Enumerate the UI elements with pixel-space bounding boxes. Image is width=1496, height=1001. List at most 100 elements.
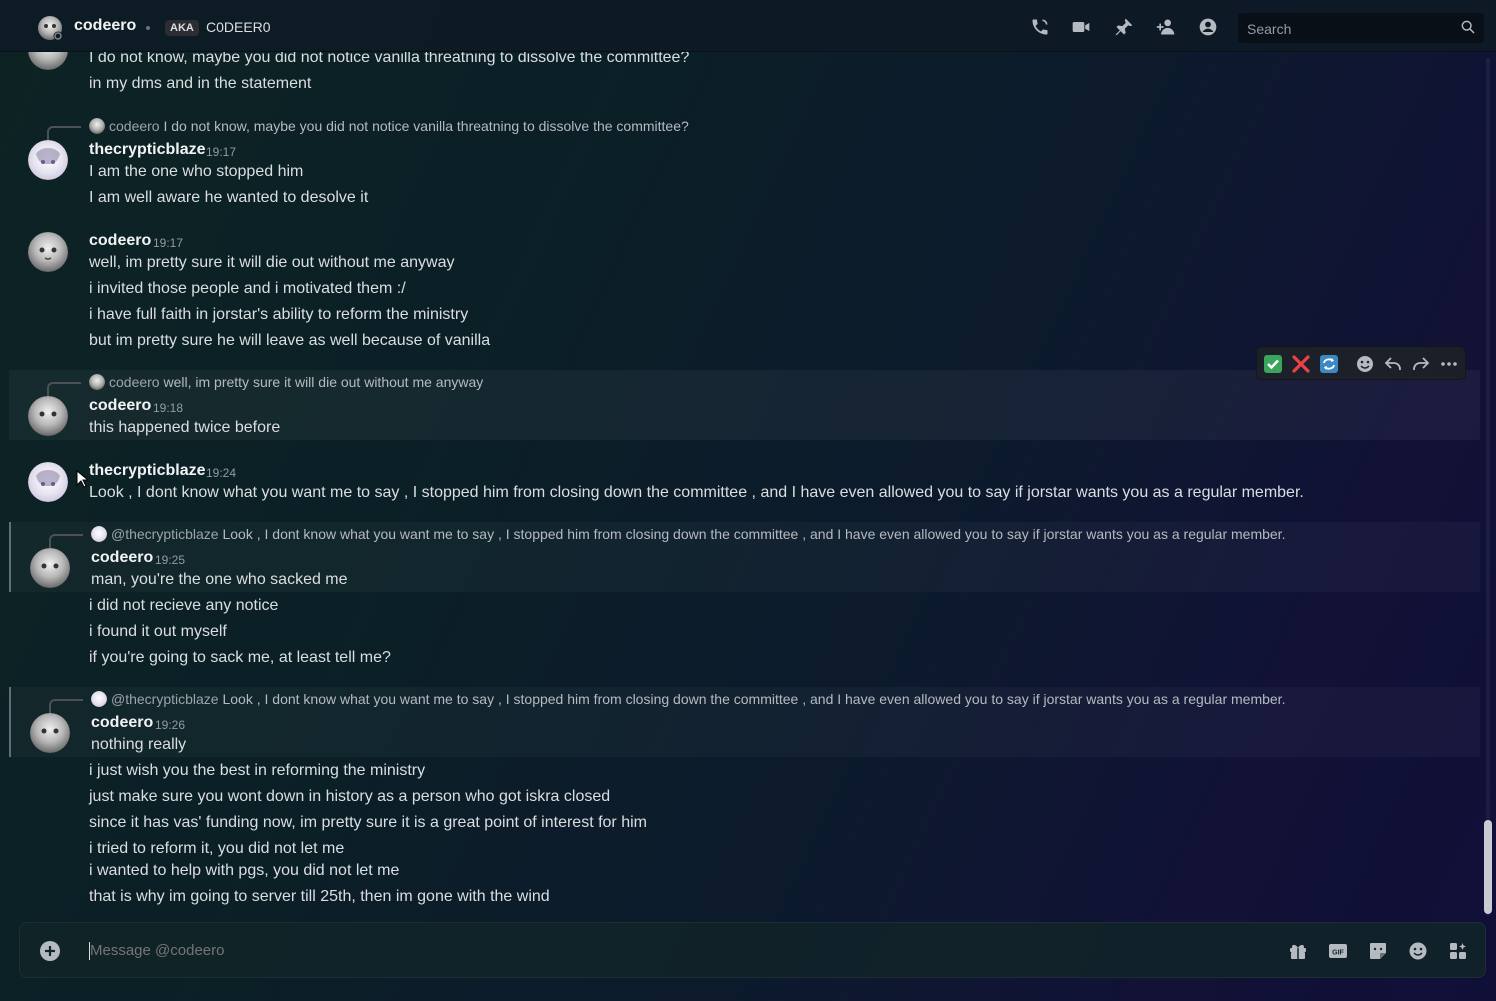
message-text: i have full faith in jorstar's ability t… (89, 306, 469, 323)
message-continuation[interactable]: i did not recieve any notice i found it … (9, 592, 1480, 670)
dm-name[interactable]: codeero (74, 17, 136, 35)
message-text: in my dms and in the statement (89, 75, 312, 92)
reply-text: well, im pretty sure it will die out wit… (163, 374, 484, 390)
message-action-bar (1256, 346, 1466, 380)
aka-badge: AKA (165, 20, 199, 36)
reply-preview[interactable]: codeero well, im pretty sure it will die… (47, 374, 484, 396)
timestamp: 19:17 (153, 236, 184, 250)
cross-reaction-icon[interactable] (1291, 354, 1311, 374)
reply-avatar (91, 691, 107, 707)
message-text: I do not know, maybe you did not notice … (89, 52, 690, 66)
avatar[interactable] (30, 713, 70, 753)
aka-name: C0DEER0 (206, 19, 271, 35)
reply-author[interactable]: @thecrypticblaze (111, 526, 219, 542)
message-continuation[interactable]: i just wish you the best in reforming th… (9, 757, 1480, 907)
message-composer: GIF (19, 922, 1486, 978)
message-group[interactable]: I do not know, maybe you did not notice … (9, 52, 1480, 102)
message-text: just make sure you wont down in history … (89, 788, 611, 805)
reply-text: Look , I dont know what you want me to s… (222, 691, 1286, 707)
dm-avatar[interactable] (37, 15, 63, 41)
message-list[interactable]: I do not know, maybe you did not notice … (0, 52, 1496, 922)
message-text: this happened twice before (89, 419, 281, 436)
reply-preview[interactable]: @thecrypticblaze Look , I dont know what… (49, 526, 1286, 548)
reply-spine (47, 126, 81, 140)
author-name[interactable]: thecrypticblaze (89, 141, 205, 159)
message-text: i wanted to help with pgs, you did not l… (89, 862, 400, 879)
message-text: but im pretty sure he will leave as well… (89, 332, 491, 349)
author-name[interactable]: codeero (89, 232, 151, 250)
reply-author[interactable]: codeero (109, 374, 160, 390)
message-text: i tried to reform it, you did not let me (89, 840, 345, 857)
profile-icon[interactable] (1198, 17, 1218, 37)
reply-spine (47, 382, 81, 396)
add-attachment-icon[interactable] (40, 941, 60, 961)
avatar[interactable] (28, 232, 68, 272)
reply-author[interactable]: codeero (109, 118, 160, 134)
emoji-icon[interactable] (1408, 941, 1428, 961)
dm-header: codeero AKA C0DEER0 Search (0, 0, 1496, 52)
scrollbar-thumb[interactable] (1484, 820, 1492, 914)
search-box[interactable]: Search (1238, 13, 1484, 43)
svg-text:GIF: GIF (1332, 950, 1344, 957)
message-group[interactable]: codeero 19:17 well, im pretty sure it wi… (9, 224, 1480, 354)
message-group[interactable]: thecrypticblaze 19:24 Look , I dont know… (9, 454, 1480, 520)
message-group-mention[interactable]: @thecrypticblaze Look , I dont know what… (9, 522, 1480, 592)
author-name[interactable]: codeero (91, 714, 153, 732)
more-icon[interactable] (1439, 354, 1459, 374)
reply-spine (49, 534, 83, 548)
reply-avatar (91, 526, 107, 542)
reply-text: I do not know, maybe you did not notice … (163, 118, 689, 134)
avatar[interactable] (28, 52, 68, 70)
reply-avatar (89, 118, 105, 134)
sticker-icon[interactable] (1368, 941, 1388, 961)
reply-icon[interactable] (1383, 354, 1403, 374)
scrollbar-track[interactable] (1486, 58, 1490, 916)
reply-avatar (89, 374, 105, 390)
reply-spine (49, 699, 83, 713)
gif-icon[interactable]: GIF (1328, 941, 1348, 961)
timestamp: 19:24 (206, 466, 237, 480)
reply-preview[interactable]: codeero I do not know, maybe you did not… (47, 118, 689, 140)
message-text: nothing really (91, 736, 187, 753)
message-text: I am well aware he wanted to desolve it (89, 189, 369, 206)
add-friends-icon[interactable] (1156, 17, 1176, 37)
reply-author[interactable]: @thecrypticblaze (111, 691, 219, 707)
video-icon[interactable] (1071, 17, 1091, 37)
search-placeholder: Search (1247, 21, 1292, 37)
author-name[interactable]: thecrypticblaze (89, 462, 205, 480)
timestamp: 19:26 (155, 718, 186, 732)
timestamp: 19:25 (155, 553, 186, 567)
gift-icon[interactable] (1288, 941, 1308, 961)
apps-icon[interactable] (1448, 941, 1468, 961)
message-text: that is why im going to server till 25th… (89, 888, 550, 905)
message-text: i found it out myself (89, 623, 227, 640)
avatar[interactable] (28, 462, 68, 502)
check-reaction-icon[interactable] (1263, 354, 1283, 374)
reply-text: Look , I dont know what you want me to s… (222, 526, 1286, 542)
forward-icon[interactable] (1411, 354, 1431, 374)
message-text: if you're going to sack me, at least tel… (89, 649, 391, 666)
add-reaction-icon[interactable] (1355, 354, 1375, 374)
message-text: I am the one who stopped him (89, 163, 304, 180)
message-text: i did not recieve any notice (89, 597, 279, 614)
message-group-hovered[interactable]: codeero well, im pretty sure it will die… (9, 370, 1480, 440)
message-group-mention[interactable]: @thecrypticblaze Look , I dont know what… (9, 687, 1480, 757)
message-text: well, im pretty sure it will die out wit… (89, 254, 455, 271)
message-text: i invited those people and i motivated t… (89, 280, 406, 297)
search-icon[interactable] (1460, 19, 1476, 35)
author-name[interactable]: codeero (89, 397, 151, 415)
timestamp: 19:18 (153, 401, 184, 415)
author-name[interactable]: codeero (91, 549, 153, 567)
message-input[interactable] (90, 942, 990, 959)
message-text: i just wish you the best in reforming th… (89, 762, 426, 779)
message-group[interactable]: codeero I do not know, maybe you did not… (9, 114, 1480, 209)
avatar[interactable] (28, 140, 68, 180)
avatar[interactable] (28, 396, 68, 436)
pin-icon[interactable] (1114, 17, 1134, 37)
repeat-reaction-icon[interactable] (1319, 354, 1339, 374)
message-text: Look , I dont know what you want me to s… (89, 484, 1304, 501)
avatar[interactable] (30, 548, 70, 588)
reply-preview[interactable]: @thecrypticblaze Look , I dont know what… (49, 691, 1286, 713)
message-text: man, you're the one who sacked me (91, 571, 348, 588)
phone-icon[interactable] (1030, 17, 1050, 37)
